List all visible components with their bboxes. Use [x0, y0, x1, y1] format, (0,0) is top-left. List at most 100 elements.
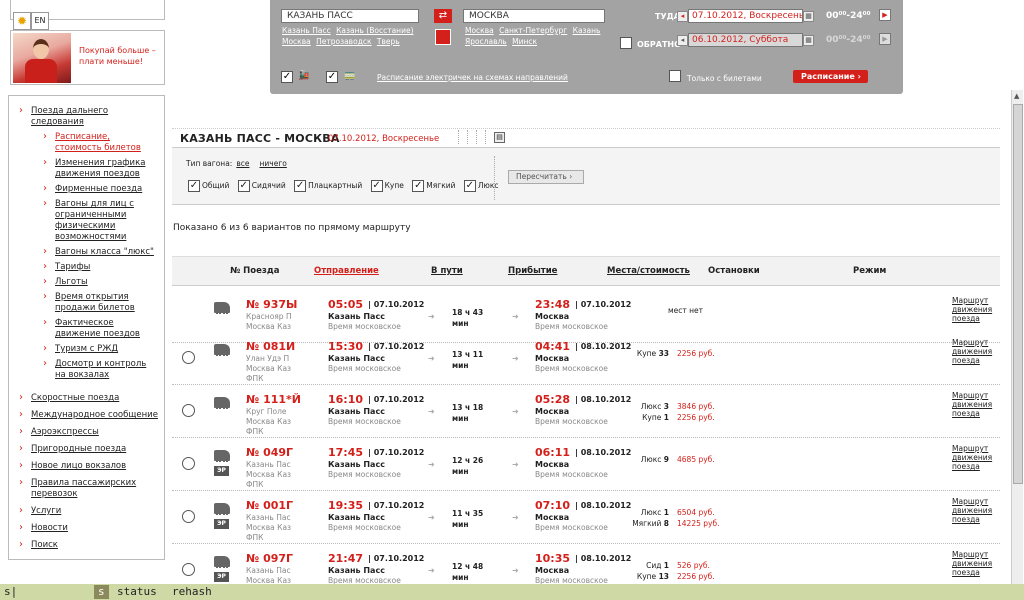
place-item[interactable]: Купе 13 2256 руб.	[627, 571, 747, 582]
select-train-radio[interactable]	[182, 563, 195, 576]
col-duration[interactable]: В пути	[431, 266, 463, 276]
gear-icon[interactable]: ✹	[13, 12, 31, 30]
time-there[interactable]: 00⁰⁰-24⁰⁰	[826, 11, 871, 21]
table-row[interactable]: ЭР № 049Г Казань Пас Москва Каз ФПК 17:45 | 07…	[172, 438, 1000, 491]
nav-sub-branded[interactable]: Фирменные поезда	[17, 183, 158, 195]
command-input[interactable]: s|	[4, 584, 17, 600]
time-there-icon[interactable]: ▶	[879, 9, 891, 21]
only-tickets-checkbox[interactable]	[669, 70, 681, 82]
train-number[interactable]: № 001Г	[246, 499, 293, 512]
prev-day-back-icon[interactable]: ◂	[677, 35, 688, 46]
car-type-platzkart[interactable]: ✓ Плацкартный	[294, 180, 362, 192]
nav-sub-control[interactable]: Досмотр и контроль на вокзалах	[17, 358, 158, 381]
table-row[interactable]: № 081И Улан Удэ П Москва Каз ФПК 15:30 | 07.1…	[172, 332, 1000, 385]
train-number[interactable]: № 111*Й	[246, 393, 301, 406]
suggest-from-2[interactable]: Москва	[282, 37, 311, 46]
place-item[interactable]: Сид 1 526 руб.	[627, 560, 747, 571]
print-icon[interactable]: ▤	[494, 132, 505, 143]
back-checkbox[interactable]	[620, 37, 632, 49]
suggest-to-4[interactable]: Минск	[512, 37, 537, 46]
route-link[interactable]: Маршрут движения поезда	[952, 391, 1000, 418]
nav-aeroexpress[interactable]: Аэроэкспрессы	[17, 426, 158, 438]
date-there-input[interactable]: 07.10.2012, Воскресенье	[688, 9, 803, 23]
car-type-soft[interactable]: ✓ Мягкий	[412, 180, 455, 192]
nav-sub-benefits[interactable]: Льготы	[17, 276, 158, 288]
place-item[interactable]: Купе 33 2256 руб.	[627, 348, 747, 359]
nav-sub-tourism[interactable]: Туризм с РЖД	[17, 343, 158, 355]
select-train-radio[interactable]	[182, 510, 195, 523]
nav-services[interactable]: Услуги	[17, 505, 158, 517]
to-station-input[interactable]: МОСКВА	[463, 9, 605, 23]
nav-sub-changes[interactable]: Изменения графика движения поездов	[17, 157, 158, 180]
suggest-from-4[interactable]: Тверь	[377, 37, 400, 46]
train-number[interactable]: № 097Г	[246, 552, 293, 565]
train-number[interactable]: № 081И	[246, 340, 295, 353]
place-item[interactable]: Люкс 3 3846 руб.	[627, 401, 747, 412]
select-train-radio[interactable]	[182, 457, 195, 470]
car-type-seated[interactable]: ✓ Сидячий	[237, 180, 286, 192]
select-all-link[interactable]: все	[236, 159, 249, 168]
suggest-to-0[interactable]: Москва	[465, 26, 494, 35]
place-item[interactable]: Люкс 1 6504 руб.	[627, 507, 747, 518]
col-arrival[interactable]: Прибытие	[508, 266, 557, 276]
suggest-from-3[interactable]: Петрозаводск	[316, 37, 371, 46]
nav-news[interactable]: Новости	[17, 522, 158, 534]
nav-long-distance[interactable]: Поезда дальнего следования	[17, 105, 158, 128]
place-item[interactable]: Люкс 9 4685 руб.	[627, 454, 747, 465]
nav-search[interactable]: Поиск	[17, 539, 158, 551]
nav-suburban[interactable]: Пригородные поезда	[17, 443, 158, 455]
long-distance-checkbox[interactable]: ✓	[281, 71, 293, 83]
swap-stations-icon[interactable]: ⇄	[434, 9, 452, 23]
route-link[interactable]: Маршрут движения поезда	[952, 338, 1000, 365]
select-train-radio[interactable]	[182, 404, 195, 417]
car-type-kupe[interactable]: ✓ Купе	[370, 180, 404, 192]
electric-schemes-link[interactable]: Расписание электричек на схемах направле…	[377, 72, 571, 83]
date-back-input[interactable]: 06.10.2012, Суббота	[688, 33, 803, 47]
from-station-input[interactable]: КАЗАНЬ ПАСС	[281, 9, 419, 23]
nav-sub-actual[interactable]: Фактическое движение поездов	[17, 317, 158, 340]
table-row[interactable]: № 111*Й Круг Поле Москва Каз ФПК 16:10 | 07.1…	[172, 385, 1000, 438]
route-link[interactable]: Маршрут движения поезда	[952, 444, 1000, 471]
calendar-there-icon[interactable]: ▦	[803, 11, 814, 22]
recalc-button[interactable]: Пересчитать ›	[508, 170, 584, 184]
col-places[interactable]: Места/стоимость	[607, 266, 690, 276]
suggest-to-1[interactable]: Санкт-Петербург	[499, 26, 567, 35]
nav-sub-disabled[interactable]: Вагоны для лиц с ограниченными физически…	[17, 198, 158, 243]
suburban-checkbox[interactable]: ✓	[326, 71, 338, 83]
time-back[interactable]: 00⁰⁰-24⁰⁰	[826, 35, 871, 45]
table-row[interactable]: ЭР № 001Г Казань Пас Москва Каз ФПК 19:35 | 07…	[172, 491, 1000, 544]
suggest-to-2[interactable]: Казань	[573, 26, 601, 35]
time-back-icon[interactable]: ▶	[879, 33, 891, 45]
route-link[interactable]: Маршрут движения поезда	[952, 550, 1000, 577]
train-number[interactable]: № 049Г	[246, 446, 293, 459]
nav-sub-lux[interactable]: Вагоны класса "люкс"	[17, 246, 158, 258]
calendar-back-icon[interactable]: ▦	[803, 35, 814, 46]
arrival-time: 05:28	[535, 393, 571, 406]
promo-banner[interactable]: Покупай больше – плати меньше!	[10, 30, 165, 85]
route-link[interactable]: Маршрут движения поезда	[952, 296, 1000, 323]
prev-day-icon[interactable]: ◂	[677, 11, 688, 22]
route-link[interactable]: Маршрут движения поезда	[952, 497, 1000, 524]
calendar-icon[interactable]	[435, 29, 451, 45]
language-icon[interactable]: EN	[31, 12, 49, 30]
car-type-common[interactable]: ✓ Общий	[188, 180, 229, 192]
nav-stations[interactable]: Новое лицо вокзалов	[17, 460, 158, 472]
place-item[interactable]: Мягкий 8 14225 руб.	[627, 518, 747, 529]
select-train-radio[interactable]	[182, 351, 195, 364]
nav-sub-tariffs[interactable]: Тарифы	[17, 261, 158, 273]
suggest-to-3[interactable]: Ярославль	[465, 37, 507, 46]
suggest-from-0[interactable]: Казань Пасс	[282, 26, 331, 35]
nav-sub-sale-open[interactable]: Время открытия продажи билетов	[17, 291, 158, 314]
nav-international[interactable]: Международное сообщение	[17, 409, 158, 421]
nav-rules[interactable]: Правила пассажирских перевозок	[17, 477, 158, 500]
suggest-from-1[interactable]: Казань (Восстание)	[336, 26, 413, 35]
col-departure[interactable]: Отправление	[314, 266, 379, 276]
place-item[interactable]: Купе 1 2256 руб.	[627, 412, 747, 423]
scrollbar[interactable]: ▲	[1011, 90, 1023, 584]
schedule-button[interactable]: Расписание ›	[793, 70, 868, 83]
nav-sub-schedule[interactable]: Расписание, стоимость билетов	[17, 131, 158, 154]
train-number[interactable]: № 937Ы	[246, 298, 297, 311]
nav-speed-trains[interactable]: Скоростные поезда	[17, 392, 158, 404]
select-none-link[interactable]: ничего	[260, 159, 287, 168]
arrival-station: Москва	[535, 566, 570, 575]
